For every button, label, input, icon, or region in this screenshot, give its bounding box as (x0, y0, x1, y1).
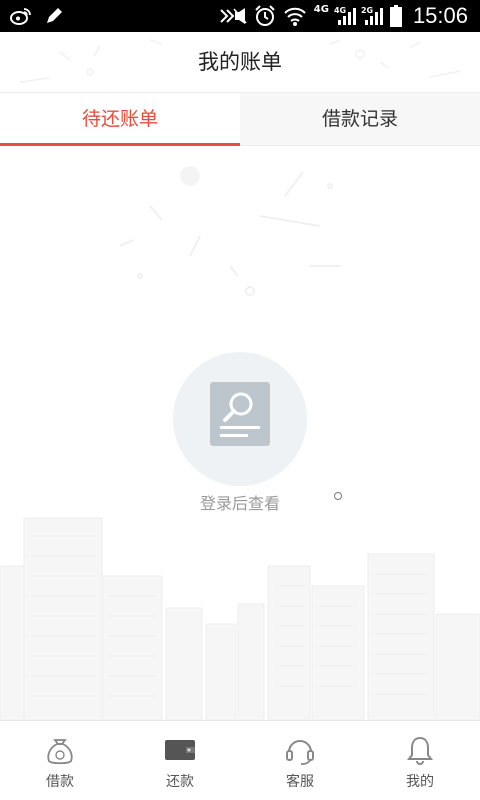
nav-item-borrow[interactable]: 借款 (0, 721, 120, 800)
status-bar: 4G 4G 2G 15:06 (0, 0, 480, 32)
wallet-icon (163, 733, 197, 767)
bell-icon (403, 733, 437, 767)
page-title: 我的账单 (198, 50, 282, 74)
weibo-icon (10, 7, 32, 25)
network-type-label: 2G (360, 6, 374, 15)
nav-item-customer-service[interactable]: 客服 (240, 721, 360, 800)
tab-pending-bills[interactable]: 待还账单 (0, 93, 240, 146)
empty-state-message: 登录后查看 (199, 494, 280, 513)
battery-icon (389, 5, 402, 27)
tab-bar: 待还账单 借款记录 (0, 92, 480, 146)
nav-item-repay[interactable]: 还款 (120, 721, 240, 800)
mute-icon (219, 6, 247, 26)
empty-state-circle (173, 352, 307, 486)
nav-label-borrow: 借款 (46, 774, 74, 790)
nav-label-repay: 还款 (166, 774, 194, 790)
status-time: 15:06 (412, 3, 468, 28)
network-type-label: 4G (313, 4, 329, 15)
nav-label-mine: 我的 (406, 774, 434, 790)
headset-icon (283, 733, 317, 767)
bill-list-content: 登录后查看 (0, 146, 480, 720)
money-bag-icon (43, 733, 77, 767)
bottom-navigation: 借款 还款 客服 我的 (0, 720, 480, 800)
signal-icon: 4G (333, 6, 356, 26)
alarm-icon (254, 5, 276, 27)
wifi-icon (283, 5, 307, 27)
nav-label-customer-service: 客服 (286, 774, 314, 790)
nav-item-mine[interactable]: 我的 (360, 721, 480, 800)
search-document-icon (210, 382, 270, 450)
network-type-label: 4G (333, 6, 347, 15)
signal-icon: 2G (360, 6, 383, 26)
page-header: 我的账单 (0, 32, 480, 92)
pencil-icon (44, 6, 64, 26)
loading-dot (334, 492, 342, 500)
tab-loan-records[interactable]: 借款记录 (240, 93, 480, 145)
